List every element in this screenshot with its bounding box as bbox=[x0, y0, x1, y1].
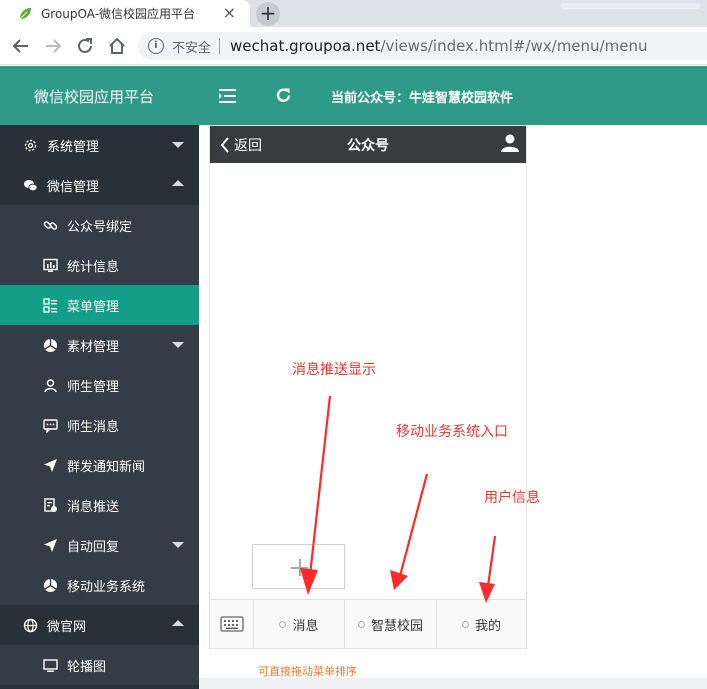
sidebar-item-materials[interactable]: 素材管理 bbox=[0, 325, 199, 365]
chevron-up-icon bbox=[172, 620, 184, 626]
sidebar-item-label: 轮播图 bbox=[67, 659, 107, 675]
globe-icon bbox=[23, 618, 38, 633]
send-icon bbox=[43, 538, 58, 553]
current-account-label: 当前公众号：牛娃智慧校园软件 bbox=[331, 91, 514, 106]
main-content: 返回 公众号 消息 智慧校园 我的 可直接拖动菜单排序 bbox=[199, 125, 707, 689]
materials-icon bbox=[43, 338, 58, 353]
sidebar-item-mobile-business[interactable]: 移动业务系统 bbox=[0, 565, 199, 605]
chevron-down-icon bbox=[172, 542, 184, 548]
sidebar-item-label: 统计信息 bbox=[67, 259, 120, 275]
bottom-scroll-strip bbox=[199, 678, 707, 689]
monitor-icon bbox=[43, 658, 58, 673]
sidebar: 系统管理 微信管理 公众号绑定 统计信息 菜单管理 素材管理 师生管理 师生消息… bbox=[0, 125, 199, 689]
browser-tab-bar: GroupOA-微信校园应用平台 × + bbox=[0, 0, 707, 27]
site-favicon-icon bbox=[19, 7, 31, 19]
user-icon bbox=[43, 378, 58, 393]
forward-arrow-icon[interactable] bbox=[42, 35, 64, 57]
new-tab-button[interactable]: + bbox=[256, 2, 280, 26]
browser-tab[interactable]: GroupOA-微信校园应用平台 × bbox=[0, 0, 250, 27]
sidebar-item-message-push[interactable]: 消息推送 bbox=[0, 485, 199, 525]
sidebar-item-carousel[interactable]: 轮播图 bbox=[0, 645, 199, 685]
sidebar-item-statistics[interactable]: 统计信息 bbox=[0, 245, 199, 285]
refresh-icon[interactable] bbox=[275, 87, 292, 104]
sidebar-item-teachers-students[interactable]: 师生管理 bbox=[0, 365, 199, 405]
sidebar-item-label: 微官网 bbox=[47, 619, 87, 635]
menu-list-icon bbox=[43, 297, 58, 313]
app-title: 微信校园应用平台 bbox=[34, 88, 155, 106]
send-icon bbox=[43, 458, 58, 473]
keyboard-toggle[interactable] bbox=[210, 600, 254, 649]
sidebar-item-label: 菜单管理 bbox=[67, 299, 120, 315]
annotation-push-display: 消息推送显示 bbox=[292, 362, 376, 378]
chevron-down-icon bbox=[172, 342, 184, 348]
menu-item-mine[interactable]: 我的 bbox=[437, 600, 526, 649]
url-path: /views/index.html#/wx/menu/menu bbox=[380, 37, 648, 55]
annotation-user-info: 用户信息 bbox=[484, 490, 540, 506]
sidebar-item-broadcast-news[interactable]: 群发通知新闻 bbox=[0, 445, 199, 485]
menu-toggle-icon[interactable] bbox=[219, 88, 237, 104]
menu-item-smart-campus[interactable]: 智慧校园 bbox=[345, 600, 437, 649]
link-icon bbox=[43, 218, 58, 233]
security-label: 不安全 bbox=[172, 40, 212, 56]
omnibox-separator bbox=[219, 38, 221, 54]
sidebar-item-label: 公众号绑定 bbox=[67, 219, 133, 235]
menu-item-label: 消息 bbox=[292, 619, 319, 634]
sidebar-item-auto-reply[interactable]: 自动回复 bbox=[0, 525, 199, 565]
home-icon[interactable] bbox=[106, 35, 128, 57]
sidebar-item-wechat[interactable]: 微信管理 bbox=[0, 165, 199, 205]
add-submenu-button[interactable] bbox=[252, 544, 345, 589]
phone-title: 公众号 bbox=[347, 138, 389, 154]
menu-dot-icon bbox=[279, 621, 287, 628]
sidebar-item-micro-site[interactable]: 微官网 bbox=[0, 605, 199, 645]
sidebar-item-account-binding[interactable]: 公众号绑定 bbox=[0, 205, 199, 245]
sidebar-item-system[interactable]: 系统管理 bbox=[0, 125, 199, 165]
sidebar-item-label: 素材管理 bbox=[67, 339, 120, 355]
sidebar-item-label: 微信管理 bbox=[47, 179, 100, 195]
sidebar-item-label: 群发通知新闻 bbox=[67, 459, 146, 475]
phone-preview: 返回 公众号 消息 智慧校园 我的 bbox=[209, 125, 527, 649]
message-icon bbox=[43, 418, 58, 433]
chevron-up-icon bbox=[172, 180, 184, 186]
gear-icon bbox=[23, 138, 38, 153]
user-profile-icon[interactable] bbox=[500, 133, 520, 153]
reload-icon[interactable] bbox=[74, 35, 96, 57]
push-doc-icon bbox=[43, 497, 58, 513]
sidebar-item-label: 自动回复 bbox=[67, 539, 120, 555]
menu-dot-icon bbox=[357, 621, 365, 628]
menu-item-messages[interactable]: 消息 bbox=[254, 600, 345, 649]
annotation-mobile-entry: 移动业务系统入口 bbox=[396, 424, 508, 440]
tab-close-icon[interactable]: × bbox=[223, 5, 236, 21]
chevron-down-icon bbox=[172, 142, 184, 148]
url-host: wechat.groupoa.net bbox=[230, 37, 381, 55]
plus-icon-vertical bbox=[299, 559, 301, 576]
keyboard-icon bbox=[220, 616, 244, 632]
menu-dot-icon bbox=[461, 621, 469, 628]
wechat-icon bbox=[23, 178, 38, 193]
sidebar-item-menu-management[interactable]: 菜单管理 bbox=[0, 285, 199, 325]
sidebar-item-label: 师生消息 bbox=[67, 419, 120, 435]
tab-title: GroupOA-微信校园应用平台 bbox=[41, 7, 196, 21]
info-icon[interactable]: i bbox=[148, 38, 164, 54]
sidebar-item-label: 消息推送 bbox=[67, 499, 120, 515]
sidebar-item-label: 系统管理 bbox=[47, 139, 100, 155]
drag-sort-hint: 可直接拖动菜单排序 bbox=[258, 665, 357, 678]
url-omnibox[interactable]: i 不安全 wechat.groupoa.net/views/index.htm… bbox=[138, 32, 707, 60]
sidebar-item-messages[interactable]: 师生消息 bbox=[0, 405, 199, 445]
phone-menu-bar: 消息 智慧校园 我的 bbox=[210, 599, 526, 649]
menu-item-label: 智慧校园 bbox=[370, 619, 423, 634]
app-header: 微信校园应用平台 当前公众号：牛娃智慧校园软件 bbox=[0, 66, 707, 125]
sidebar-item-label: 移动业务系统 bbox=[67, 579, 146, 595]
chart-icon bbox=[43, 258, 58, 273]
sidebar-item-label: 师生管理 bbox=[67, 379, 120, 395]
address-bar: i 不安全 wechat.groupoa.net/views/index.htm… bbox=[0, 27, 707, 65]
menu-item-label: 我的 bbox=[474, 619, 501, 634]
phone-header: 返回 公众号 bbox=[210, 126, 526, 163]
tab-strip-shadow bbox=[560, 3, 700, 9]
back-arrow-icon[interactable] bbox=[10, 35, 32, 57]
materials-icon bbox=[43, 578, 58, 593]
